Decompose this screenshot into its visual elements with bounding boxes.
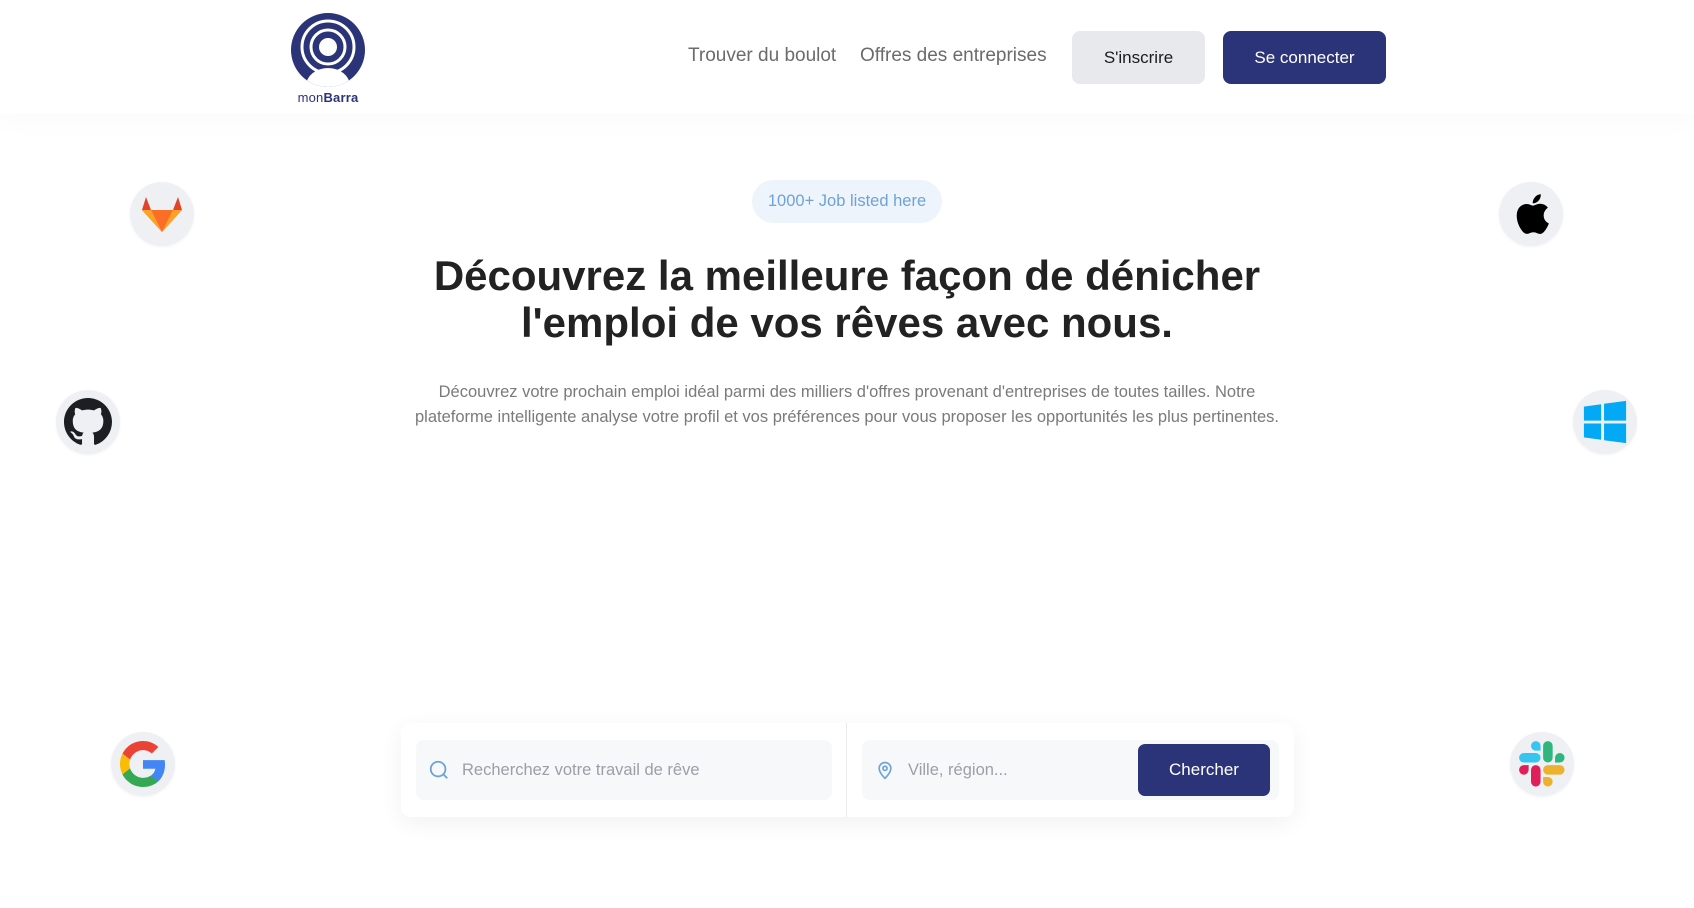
search-divider <box>846 723 847 817</box>
search-bar: Chercher <box>401 723 1294 817</box>
nav-link-company-offers[interactable]: Offres des entreprises <box>860 45 1047 67</box>
jobs-count-badge: 1000+ Job listed here <box>752 180 942 223</box>
logo-icon <box>291 13 365 87</box>
location-input[interactable] <box>908 740 1128 800</box>
hero-subtitle: Découvrez votre prochain emploi idéal pa… <box>415 383 1279 426</box>
brand-name: monBarra <box>297 90 359 105</box>
slack-icon <box>1510 732 1574 796</box>
nav-link-find-jobs[interactable]: Trouver du boulot <box>688 45 836 67</box>
job-search-input[interactable] <box>462 740 822 800</box>
gitlab-icon <box>130 182 194 246</box>
search-button[interactable]: Chercher <box>1138 744 1270 796</box>
windows-icon <box>1573 390 1637 454</box>
highlight-job: l'emploi <box>521 299 679 346</box>
navbar: monBarra Trouver du boulot Offres des en… <box>0 0 1694 114</box>
location-pin-icon <box>862 759 908 781</box>
github-icon <box>56 390 120 454</box>
google-icon <box>111 732 175 796</box>
hero-headline: Découvrez la meilleure façon de dénicher… <box>433 252 1261 346</box>
job-search-field[interactable] <box>416 740 832 800</box>
login-button[interactable]: Se connecter <box>1223 31 1386 84</box>
signup-button[interactable]: S'inscrire <box>1072 31 1205 84</box>
brand-logo[interactable]: monBarra <box>288 12 368 105</box>
apple-icon <box>1499 182 1563 246</box>
highlight-best: meilleure <box>704 252 890 299</box>
search-icon <box>416 759 462 781</box>
